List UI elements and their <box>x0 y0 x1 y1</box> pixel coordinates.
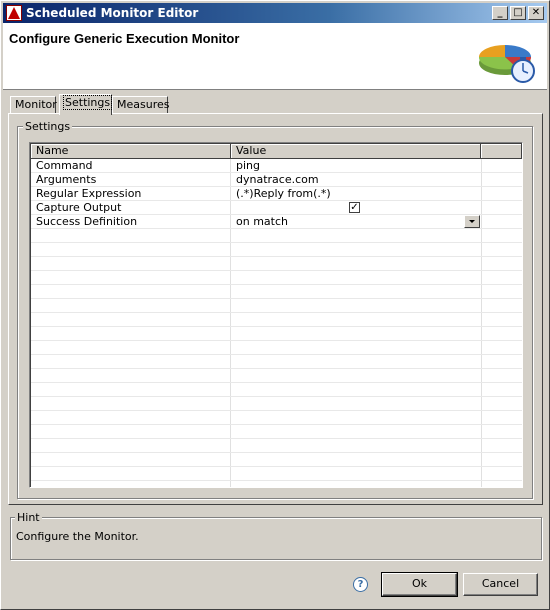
table-header: Name Value <box>31 144 522 159</box>
empty-table-row <box>31 327 522 341</box>
page-title: Configure Generic Execution Monitor <box>9 31 240 46</box>
empty-table-row <box>31 453 522 467</box>
row-name: Arguments <box>36 173 97 186</box>
success-definition-select[interactable]: on match <box>231 215 481 229</box>
tab-monitor[interactable]: Monitor <box>10 96 57 114</box>
row-name: Capture Output <box>36 201 122 214</box>
table-row[interactable]: Success Definition on match <box>31 215 522 229</box>
tab-measures[interactable]: Measures <box>112 96 170 114</box>
empty-table-row <box>31 369 522 383</box>
cancel-button[interactable]: Cancel <box>463 573 538 596</box>
row-value[interactable]: dynatrace.com <box>231 173 481 187</box>
title-bar[interactable]: Scheduled Monitor Editor _ □ ✕ <box>3 3 547 23</box>
tab-label: Monitor <box>15 98 57 111</box>
row-value[interactable]: (.*)Reply from(.*) <box>231 187 481 201</box>
hint-label: Hint <box>15 511 42 524</box>
column-header-name[interactable]: Name <box>31 144 231 159</box>
tab-label: Settings <box>62 95 113 110</box>
row-name: Success Definition <box>36 215 138 228</box>
settings-table: Name Value Command ping Arguments dynatr… <box>29 142 523 488</box>
empty-table-row <box>31 299 522 313</box>
ok-button[interactable]: Ok <box>381 572 458 597</box>
column-header-filler <box>481 144 522 159</box>
select-value: on match <box>236 215 288 228</box>
app-logo-icon <box>6 5 22 21</box>
table-row[interactable]: Command ping <box>31 159 522 173</box>
empty-table-row <box>31 257 522 271</box>
empty-table-row <box>31 313 522 327</box>
empty-table-row <box>31 397 522 411</box>
empty-table-row <box>31 271 522 285</box>
row-name: Regular Expression <box>36 187 142 200</box>
maximize-button[interactable]: □ <box>510 6 526 20</box>
window-title: Scheduled Monitor Editor <box>26 6 199 20</box>
empty-table-row <box>31 425 522 439</box>
table-row[interactable]: Arguments dynatrace.com <box>31 173 522 187</box>
minimize-button[interactable]: _ <box>492 6 508 20</box>
column-header-value[interactable]: Value <box>231 144 481 159</box>
table-body: Command ping Arguments dynatrace.com Reg… <box>31 159 522 481</box>
empty-table-row <box>31 439 522 453</box>
empty-table-row <box>31 243 522 257</box>
row-name: Command <box>36 159 93 172</box>
help-icon[interactable]: ? <box>353 577 368 592</box>
table-row[interactable]: Capture Output ✓ <box>31 201 522 215</box>
empty-table-row <box>31 341 522 355</box>
empty-table-row <box>31 411 522 425</box>
hint-text: Configure the Monitor. <box>16 530 139 543</box>
empty-table-row <box>31 383 522 397</box>
close-button[interactable]: ✕ <box>528 6 544 20</box>
tab-settings[interactable]: Settings <box>59 94 113 115</box>
tab-label: Measures <box>117 98 170 111</box>
empty-rows <box>31 229 522 481</box>
row-value-cell: ✓ <box>231 201 481 215</box>
empty-table-row <box>31 355 522 369</box>
empty-table-row <box>31 285 522 299</box>
capture-output-checkbox[interactable]: ✓ <box>349 202 360 213</box>
settings-group-label: Settings <box>23 120 73 133</box>
table-row[interactable]: Regular Expression (.*)Reply from(.*) <box>31 187 522 201</box>
header-banner: Configure Generic Execution Monitor <box>3 23 547 90</box>
dialog-window: Scheduled Monitor Editor _ □ ✕ Configure… <box>0 0 550 610</box>
row-value[interactable]: ping <box>231 159 481 173</box>
empty-table-row <box>31 229 522 243</box>
chevron-down-icon[interactable] <box>464 215 480 228</box>
empty-table-row <box>31 467 522 481</box>
pie-chart-stopwatch-icon <box>478 45 535 83</box>
